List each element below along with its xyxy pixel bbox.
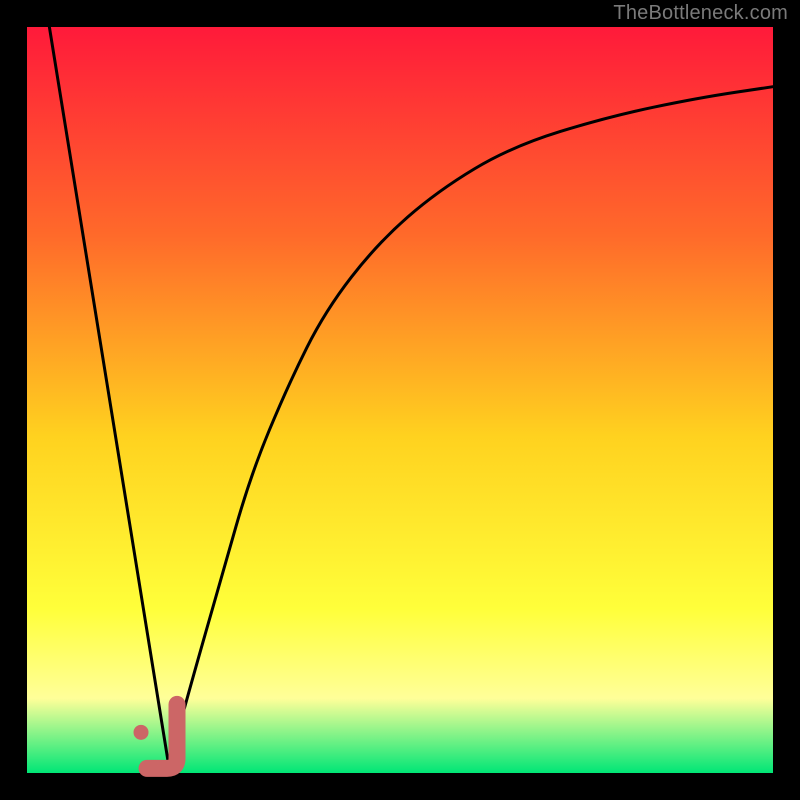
watermark: TheBottleneck.com (613, 2, 788, 25)
chart-stage: TheBottleneck.com (0, 0, 800, 800)
plot-area (27, 27, 773, 773)
chart-svg (0, 0, 800, 800)
